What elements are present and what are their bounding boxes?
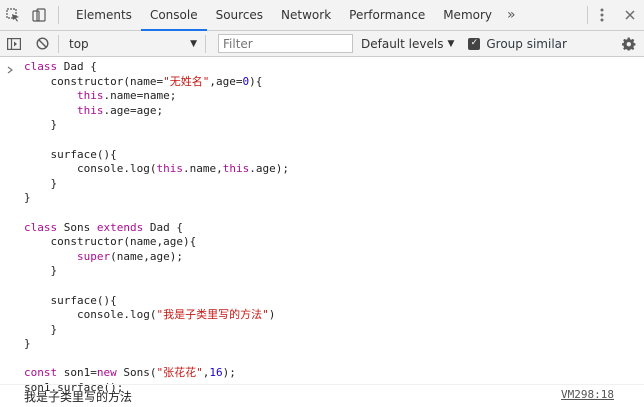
inspect-element-icon[interactable] <box>0 0 26 30</box>
log-levels-label: Default levels <box>361 36 444 51</box>
toolbar-divider <box>205 34 206 53</box>
tab-console[interactable]: Console <box>140 0 207 31</box>
code-line: class Dad { <box>24 60 97 73</box>
console-output-text: 我是子类里写的方法 <box>24 390 133 404</box>
tab-elements[interactable]: Elements <box>67 0 141 30</box>
dropdown-arrow-icon: ▼ <box>447 38 455 49</box>
code-line: surface(){ <box>50 147 117 161</box>
code-line: } <box>24 176 58 190</box>
tab-network[interactable]: Network <box>272 0 340 30</box>
devtools-tabbar: Elements Console Sources Network Perform… <box>0 0 644 31</box>
context-selector[interactable]: top ▼ <box>63 34 203 54</box>
dropdown-arrow-icon: ▼ <box>190 38 197 49</box>
context-selector-value: top <box>69 36 89 51</box>
code-line: } <box>24 264 58 278</box>
code-line: } <box>24 118 58 132</box>
more-tabs-button[interactable]: » <box>501 0 522 30</box>
code-line: console.log(this.name,this.age); <box>76 162 289 176</box>
console-panel: class Dad { constructor(name="无姓名",age=0… <box>0 57 644 407</box>
source-link[interactable]: VM298:18 <box>561 388 614 401</box>
code-line: console.log("我是子类里写的方法") <box>76 308 276 322</box>
code-line: const son1=new Sons("张花花",16); <box>24 366 236 380</box>
device-toolbar-icon[interactable] <box>26 0 52 30</box>
group-similar-toggle[interactable]: ✓ Group similar <box>468 37 567 51</box>
code-line: surface(){ <box>50 293 117 307</box>
prompt-chevron-icon <box>7 66 13 74</box>
console-sidebar-icon[interactable] <box>0 31 28 56</box>
gear-icon[interactable] <box>614 36 644 51</box>
close-icon[interactable] <box>616 0 644 30</box>
code-line: this.age=age; <box>76 103 164 117</box>
tab-memory[interactable]: Memory <box>434 0 501 30</box>
clear-console-icon[interactable] <box>28 31 56 56</box>
toolbar-divider <box>58 6 59 24</box>
code-line: this.name=name; <box>76 89 177 103</box>
code-line: } <box>24 191 31 205</box>
tab-sources[interactable]: Sources <box>207 0 272 30</box>
console-code-block: class Dad { constructor(name="无姓名",age=0… <box>24 60 289 396</box>
console-output-row: 我是子类里写的方法 VM298:18 <box>0 384 644 404</box>
log-levels-dropdown[interactable]: Default levels ▼ <box>361 37 454 51</box>
tab-performance[interactable]: Performance <box>340 0 434 30</box>
filter-input[interactable] <box>218 34 353 53</box>
code-line: super(name,age); <box>76 249 183 263</box>
code-line: constructor(name="无姓名",age=0){ <box>50 74 263 88</box>
toolbar-divider <box>58 34 59 53</box>
checkbox-checked-icon[interactable]: ✓ <box>468 37 481 50</box>
kebab-menu-icon[interactable] <box>588 0 616 30</box>
code-line: constructor(name,age){ <box>50 235 197 249</box>
code-line: } <box>24 337 31 351</box>
group-similar-label: Group similar <box>486 36 567 51</box>
code-line: class Sons extends Dad { <box>24 220 183 234</box>
code-line: } <box>24 322 58 336</box>
console-toolbar: top ▼ Default levels ▼ ✓ Group similar <box>0 31 644 57</box>
